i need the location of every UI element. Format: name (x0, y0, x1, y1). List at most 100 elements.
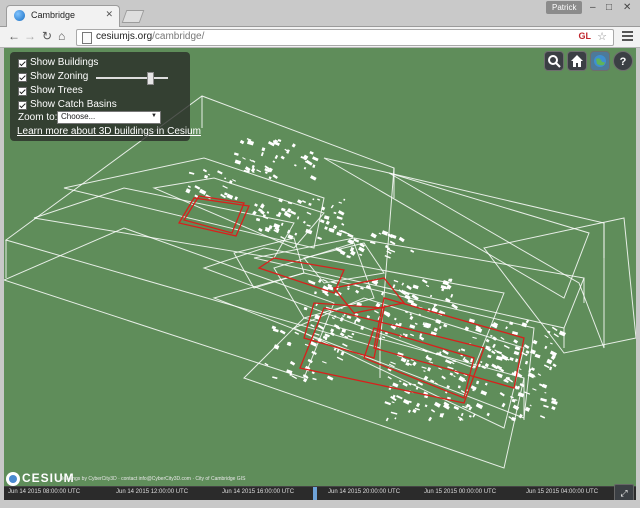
learn-more-link[interactable]: Learn more about 3D buildings in Cesium (17, 126, 201, 137)
help-button[interactable]: ? (613, 51, 633, 71)
zoom-to-select[interactable]: Choose... ▼ (57, 111, 161, 124)
timeline[interactable]: Jun 14 2015 08:00:00 UTC Jun 14 2015 12:… (4, 486, 636, 501)
checkbox[interactable] (18, 87, 27, 96)
building (424, 404, 428, 408)
building (234, 196, 239, 201)
building (394, 417, 397, 420)
building (250, 167, 256, 173)
building (480, 390, 488, 396)
building (289, 360, 296, 366)
building (430, 409, 436, 413)
close-tab-icon[interactable]: ✕ (105, 9, 113, 20)
reload-icon[interactable]: ↻ (42, 29, 52, 43)
building (366, 315, 370, 319)
building (486, 412, 490, 417)
forward-icon[interactable]: → (24, 29, 36, 43)
building (407, 409, 412, 413)
bookmark-star-icon[interactable]: ☆ (597, 30, 607, 43)
building (484, 382, 488, 386)
building (355, 289, 360, 294)
building (529, 404, 532, 407)
favicon-icon (14, 10, 25, 21)
building (256, 169, 262, 173)
building (310, 324, 315, 328)
building (379, 337, 382, 341)
building (338, 201, 343, 204)
building (294, 331, 300, 335)
back-icon[interactable]: ← (8, 29, 20, 43)
checkbox[interactable] (18, 101, 27, 110)
building (524, 360, 529, 365)
building (460, 412, 464, 417)
dropdown-arrow-icon: ▼ (151, 113, 157, 119)
building (500, 336, 505, 341)
building (202, 168, 208, 173)
building (249, 159, 253, 162)
building (351, 332, 355, 336)
building (336, 356, 344, 361)
building (251, 159, 256, 163)
geocoder-search-button[interactable] (544, 51, 564, 71)
building (311, 371, 315, 375)
timeline-label: Jun 14 2015 08:00:00 UTC (8, 489, 81, 495)
building (450, 293, 454, 298)
scene-mode-icon (594, 55, 606, 67)
checkbox[interactable] (18, 59, 27, 68)
minimize-icon[interactable]: – (590, 2, 596, 13)
scene-mode-button[interactable] (590, 51, 610, 71)
gl-extension-badge[interactable]: GL (579, 31, 592, 41)
browser-tab[interactable]: Cambridge ✕ (6, 5, 120, 27)
building (492, 336, 497, 341)
building (305, 159, 313, 166)
maximize-icon[interactable]: □ (606, 2, 612, 13)
building (341, 222, 345, 226)
browser-menu-icon[interactable] (622, 31, 633, 43)
new-tab-button[interactable] (121, 10, 145, 23)
building (194, 185, 201, 190)
building (407, 299, 414, 305)
browser-toolbar: ← → ↻ ⌂ cesiumjs.org/cambridge/ GL ☆ (0, 27, 640, 48)
building (540, 397, 547, 402)
zone-wireframe (4, 227, 335, 379)
building (409, 324, 416, 329)
slider-thumb[interactable] (147, 72, 154, 85)
building (224, 177, 227, 180)
building (342, 343, 348, 348)
building (312, 156, 319, 162)
building (406, 285, 412, 290)
building (543, 404, 549, 409)
building (260, 152, 264, 157)
home-nav-icon[interactable]: ⌂ (58, 29, 65, 43)
building (434, 401, 441, 408)
building (280, 207, 286, 212)
address-bar[interactable]: cesiumjs.org/cambridge/ GL ☆ (76, 29, 614, 46)
timeline-current-time-needle[interactable] (313, 487, 317, 500)
cesium-viewport[interactable]: Show Buildings Show Zoning Show Trees Sh… (4, 48, 636, 486)
cesium-logo-icon (6, 472, 20, 486)
building (472, 413, 476, 418)
home-view-button[interactable] (567, 51, 587, 71)
profile-name[interactable]: Patrick (546, 1, 583, 14)
building (381, 230, 389, 236)
home-icon (571, 55, 583, 67)
close-window-icon[interactable]: ✕ (623, 2, 631, 13)
building (503, 344, 510, 349)
building (546, 358, 553, 365)
building (336, 216, 343, 220)
building (513, 350, 520, 356)
building (544, 334, 549, 339)
building (294, 164, 297, 167)
zoning-opacity-slider[interactable] (96, 72, 168, 85)
building (410, 249, 415, 253)
building (329, 331, 335, 337)
building (303, 306, 308, 311)
building (519, 368, 522, 371)
building (475, 380, 480, 385)
show-zoning-toggle[interactable]: Show Zoning (18, 71, 188, 85)
building (199, 188, 207, 196)
building (449, 372, 454, 376)
building (325, 220, 330, 225)
building (382, 336, 386, 339)
building (330, 204, 334, 209)
checkbox[interactable] (18, 73, 27, 82)
